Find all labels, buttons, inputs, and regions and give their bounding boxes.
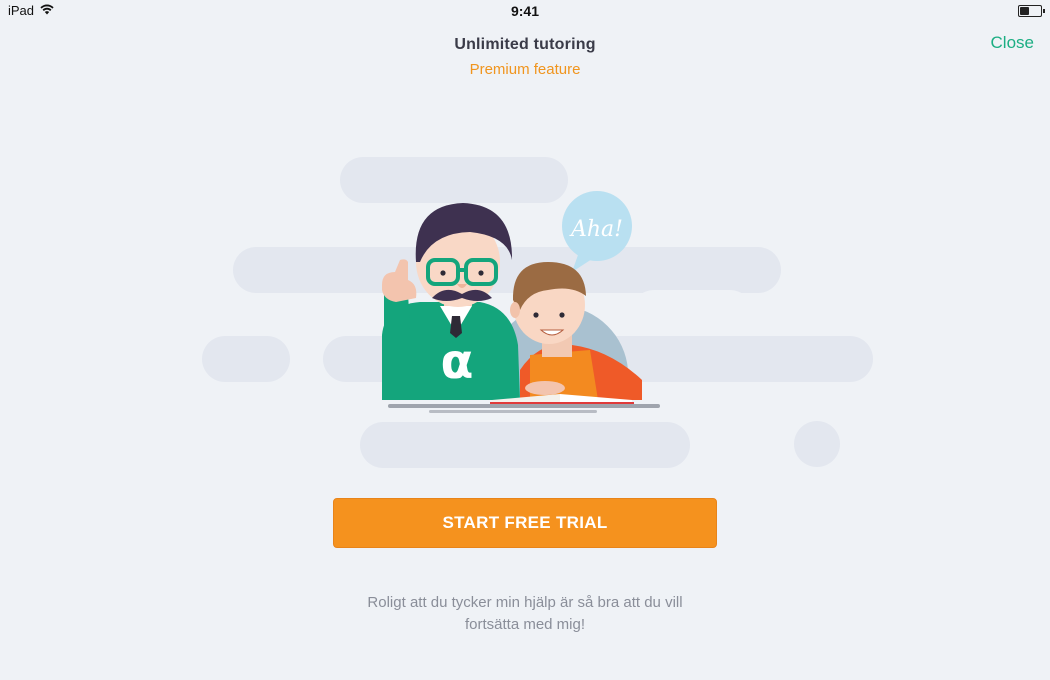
desk (388, 404, 660, 413)
tutor-character: α (382, 203, 520, 400)
page-title: Unlimited tutoring (454, 36, 596, 53)
speech-bubble-text: Aha! (569, 217, 623, 242)
tutor-message: Roligt att du tycker min hjälp är så bra… (325, 592, 725, 636)
start-free-trial-button[interactable]: START FREE TRIAL (333, 498, 717, 548)
status-bar: iPad 9:41 (0, 0, 1050, 22)
shirt-alpha: α (441, 334, 474, 390)
battery-icon (1018, 5, 1045, 17)
premium-badge-text: Premium feature (469, 61, 581, 78)
tutor-message-line-1: Roligt att du tycker min hjälp är så bra… (367, 594, 683, 611)
status-time: 9:41 (510, 3, 540, 19)
tutor-illustration: Aha! α (202, 157, 873, 468)
close-button[interactable]: Close (991, 33, 1034, 53)
tutor-message-line-2: fortsätta med mig! (464, 616, 586, 633)
